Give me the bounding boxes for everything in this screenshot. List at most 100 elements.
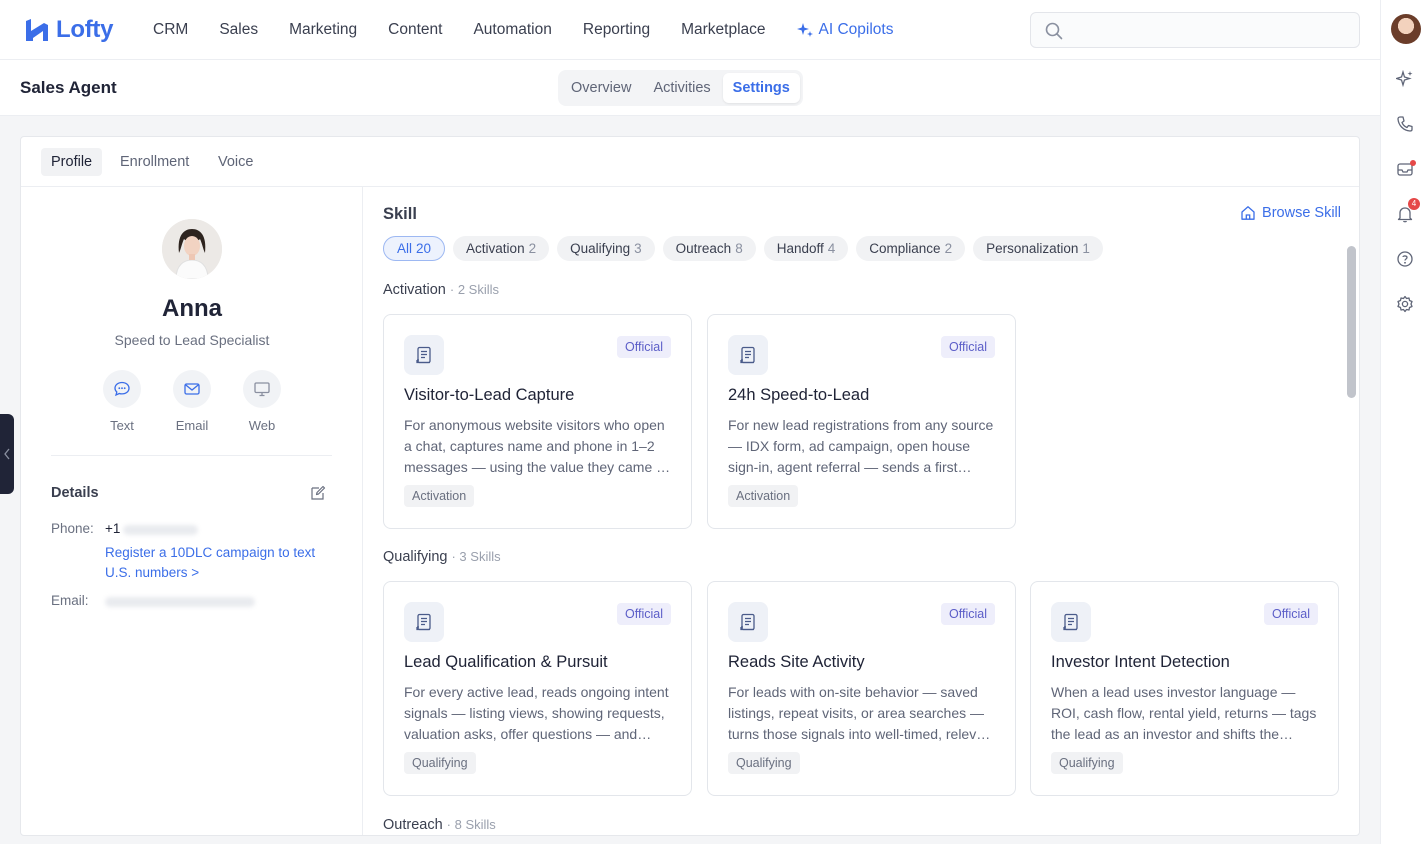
skill-card-lead-qualification-pursuit[interactable]: Official Lead Qualification & Pursuit Fo…: [383, 581, 692, 796]
phone-value: +1: [105, 521, 121, 536]
collapse-panel-handle[interactable]: [0, 414, 14, 494]
skill-card-title: Investor Intent Detection: [1051, 653, 1230, 671]
filter-chip-qualifying[interactable]: Qualifying 3: [557, 236, 655, 261]
filter-chip-outreach[interactable]: Outreach 8: [662, 236, 756, 261]
channel-text[interactable]: Text: [92, 370, 152, 433]
sparkle-icon: [796, 23, 813, 37]
filter-chip-label: All: [397, 241, 413, 256]
skill-card-description: For leads with on-site behavior — saved …: [728, 684, 996, 742]
notification-count-badge: 4: [1408, 198, 1420, 210]
filter-chip-all[interactable]: All 20: [383, 236, 446, 261]
nav-ai-copilots[interactable]: AI Copilots: [796, 21, 894, 39]
skill-card-title: Lead Qualification & Pursuit: [404, 653, 608, 671]
app-name: Lofty: [56, 16, 114, 43]
section-heading-qualifying: Qualifying · 3 Skills: [383, 549, 501, 565]
skill-card-24h-speed-to-lead[interactable]: Official 24h Speed-to-Lead For new lead …: [707, 314, 1016, 529]
register-10dlc-link[interactable]: Register a 10DLC campaign to text U.S. n…: [105, 543, 335, 583]
skill-card-description: When a lead uses investor language — ROI…: [1051, 684, 1317, 742]
agent-portrait-icon: [162, 219, 222, 279]
envelope-icon: [184, 383, 200, 395]
skill-card-title: 24h Speed-to-Lead: [728, 386, 870, 404]
skill-card-description: For every active lead, reads ongoing int…: [404, 684, 669, 742]
lofty-logo[interactable]: Lofty: [24, 16, 113, 44]
filter-chip-handoff[interactable]: Handoff 4: [763, 236, 849, 261]
skills-scrollbar[interactable]: [1345, 188, 1357, 828]
gear-icon[interactable]: [1396, 295, 1414, 313]
section-name: Activation: [383, 282, 446, 298]
top-navigation: Lofty CRM Sales Marketing Content Automa…: [0, 0, 1380, 60]
skill-card-tag: Qualifying: [404, 752, 476, 774]
skill-card-description: For anonymous website visitors who open …: [404, 417, 673, 475]
filter-chip-label: Outreach: [675, 241, 732, 256]
tab-profile[interactable]: Profile: [41, 148, 103, 176]
profile-tabs: Profile Enrollment Voice: [21, 137, 1359, 187]
section-name: Outreach: [383, 817, 443, 833]
chevron-left-icon: [4, 448, 10, 460]
right-utility-rail: 4: [1380, 0, 1426, 844]
filter-chip-compliance[interactable]: Compliance 2: [856, 236, 966, 261]
nav-crm[interactable]: CRM: [153, 21, 188, 39]
filter-chip-count: 4: [827, 241, 836, 256]
skill-card-icon: [1051, 602, 1091, 642]
filter-chip-personalization[interactable]: Personalization 1: [973, 236, 1103, 261]
nav-content[interactable]: Content: [388, 21, 442, 39]
channel-web[interactable]: Web: [232, 370, 292, 433]
section-count: · 8 Skills: [446, 817, 496, 832]
edit-icon[interactable]: [310, 485, 326, 501]
tab-overview[interactable]: Overview: [561, 73, 641, 103]
scroll-icon: [416, 613, 431, 631]
agent-profile-column: Anna Speed to Lead Specialist Text Email: [21, 187, 363, 835]
nav-sales[interactable]: Sales: [219, 21, 258, 39]
skill-card-visitor-to-lead-capture[interactable]: Official Visitor-to-Lead Capture For ano…: [383, 314, 692, 529]
email-value-redacted: [105, 597, 255, 607]
scroll-icon: [1063, 613, 1078, 631]
channel-web-label: Web: [248, 418, 276, 433]
phone-icon[interactable]: [1396, 115, 1414, 133]
skill-card-investor-intent-detection[interactable]: Official Investor Intent Detection When …: [1030, 581, 1339, 796]
filter-chip-label: Personalization: [986, 241, 1079, 256]
global-search-input[interactable]: [1030, 12, 1360, 48]
ai-sparkle-icon[interactable]: [1396, 70, 1414, 88]
skills-heading: Skill: [383, 205, 417, 223]
page-title: Sales Agent: [20, 78, 117, 97]
tab-enrollment[interactable]: Enrollment: [110, 148, 199, 176]
skill-card-icon: [728, 335, 768, 375]
section-count: · 2 Skills: [449, 282, 499, 297]
chat-bubble-icon: [114, 381, 130, 397]
page-view-switcher: Overview Activities Settings: [558, 70, 803, 106]
nav-marketing[interactable]: Marketing: [289, 21, 357, 39]
nav-automation[interactable]: Automation: [473, 21, 551, 39]
section-heading-outreach: Outreach · 8 Skills: [383, 817, 496, 833]
scroll-icon: [740, 613, 755, 631]
agent-avatar: [162, 219, 222, 279]
channel-text-label: Text: [110, 418, 134, 433]
tab-settings[interactable]: Settings: [722, 73, 800, 103]
channel-web-button[interactable]: [243, 370, 281, 408]
filter-chip-activation[interactable]: Activation 2: [453, 236, 550, 261]
browse-skill-link[interactable]: Browse Skill: [1240, 205, 1341, 221]
skill-card-reads-site-activity[interactable]: Official Reads Site Activity For leads w…: [707, 581, 1016, 796]
channel-text-button[interactable]: [103, 370, 141, 408]
channel-email-label: Email: [175, 418, 209, 433]
tab-activities[interactable]: Activities: [643, 73, 720, 103]
nav-marketplace[interactable]: Marketplace: [681, 21, 765, 39]
skill-card-icon: [404, 335, 444, 375]
inbox-unread-dot: [1410, 160, 1416, 166]
agent-settings-panel: Profile Enrollment Voice Anna Speed to L…: [20, 136, 1360, 836]
skill-card-title: Reads Site Activity: [728, 653, 865, 671]
nav-reporting[interactable]: Reporting: [583, 21, 650, 39]
filter-chip-count: 3: [634, 241, 642, 256]
page-header: Sales Agent Overview Activities Settings: [0, 60, 1380, 116]
scroll-icon: [740, 346, 755, 364]
channel-email-button[interactable]: [173, 370, 211, 408]
skill-card-title: Visitor-to-Lead Capture: [404, 386, 575, 404]
tab-voice[interactable]: Voice: [208, 148, 263, 176]
channel-email[interactable]: Email: [162, 370, 222, 433]
user-avatar[interactable]: [1391, 14, 1421, 44]
help-icon[interactable]: [1396, 250, 1414, 268]
phone-label: Phone:: [51, 521, 94, 536]
nav-ai-copilots-label: AI Copilots: [818, 21, 894, 38]
scrollbar-thumb[interactable]: [1347, 246, 1356, 398]
details-heading: Details: [51, 485, 99, 501]
email-label: Email:: [51, 593, 89, 608]
